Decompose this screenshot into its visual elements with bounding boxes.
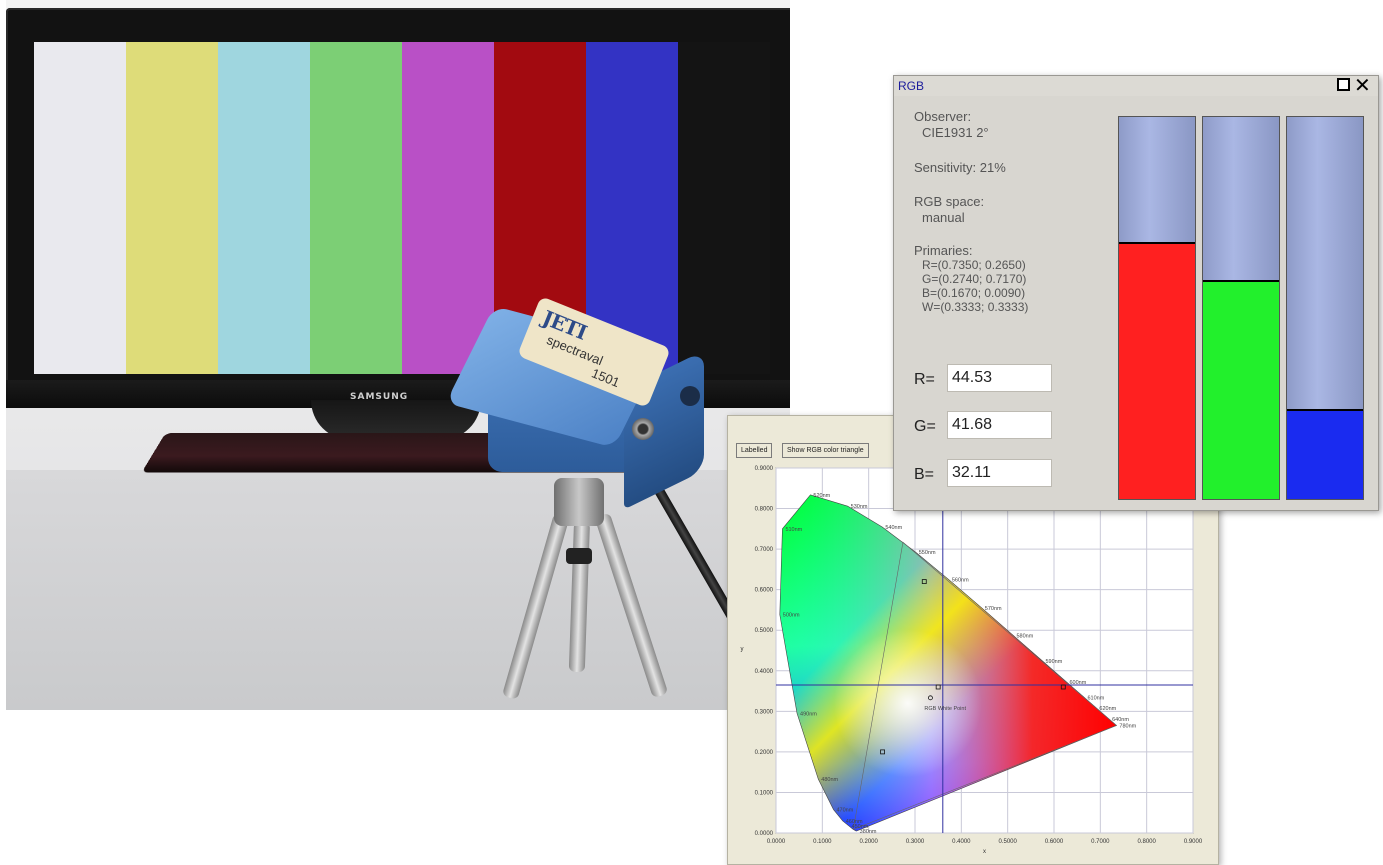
y-tick-label: 0.1000 bbox=[755, 790, 774, 796]
wavelength-label: 540nm bbox=[885, 525, 902, 531]
close-icon[interactable]: ✕ bbox=[1354, 75, 1371, 95]
x-tick-label: 0.3000 bbox=[906, 839, 925, 845]
y-tick-label: 0.0000 bbox=[755, 831, 774, 837]
wavelength-label: 550nm bbox=[919, 550, 936, 556]
wavelength-label: 470nm bbox=[836, 808, 853, 814]
x-axis-label: x bbox=[983, 849, 986, 855]
maximize-icon[interactable] bbox=[1337, 78, 1350, 91]
color-bar-white bbox=[34, 42, 126, 374]
y-axis-label: y bbox=[741, 647, 744, 653]
tripod-collar bbox=[566, 548, 592, 564]
color-bar-green bbox=[310, 42, 402, 374]
y-tick-label: 0.2000 bbox=[755, 750, 774, 756]
green-level-fill bbox=[1203, 280, 1279, 499]
primary-b: B=(0.1670; 0.0090) bbox=[922, 286, 1026, 300]
wavelength-label: 570nm bbox=[985, 606, 1002, 612]
tripod-head bbox=[554, 478, 604, 526]
measurement-photo: SAMSUNG JETI spectraval 1501 bbox=[6, 0, 790, 710]
r-label: R= bbox=[914, 371, 935, 388]
observer-label: Observer: bbox=[914, 109, 972, 124]
x-tick-label: 0.8000 bbox=[1137, 839, 1156, 845]
x-tick-label: 0.5000 bbox=[998, 839, 1017, 845]
rgb-window: RGB ✕ Observer: CIE1931 2° Sensitivity: … bbox=[893, 75, 1379, 511]
y-tick-label: 0.3000 bbox=[755, 709, 774, 715]
red-level-bar bbox=[1118, 116, 1196, 500]
wavelength-label: 520nm bbox=[813, 493, 830, 499]
green-level-bar bbox=[1202, 116, 1280, 500]
wavelength-label: 510nm bbox=[785, 527, 802, 533]
b-value-field[interactable]: 32.11 bbox=[947, 459, 1052, 487]
y-tick-label: 0.6000 bbox=[755, 588, 774, 594]
wavelength-label: 640nm bbox=[1112, 717, 1129, 723]
primary-g: G=(0.2740; 0.7170) bbox=[922, 272, 1027, 286]
blue-level-fill bbox=[1287, 409, 1363, 499]
primary-r: R=(0.7350; 0.2650) bbox=[922, 258, 1026, 272]
wavelength-label: 590nm bbox=[1046, 659, 1063, 665]
x-tick-label: 0.4000 bbox=[952, 839, 971, 845]
wavelength-label: 480nm bbox=[821, 777, 838, 783]
wavelength-label: 490nm bbox=[800, 711, 817, 717]
wavelength-label: 580nm bbox=[1016, 634, 1033, 640]
x-tick-label: 0.2000 bbox=[859, 839, 878, 845]
wavelength-label: 780nm bbox=[1119, 723, 1136, 729]
wavelength-label: 500nm bbox=[783, 613, 800, 619]
x-tick-label: 0.1000 bbox=[813, 839, 832, 845]
wavelength-label: 560nm bbox=[952, 578, 969, 584]
wavelength-label: 610nm bbox=[1087, 696, 1104, 702]
device-knob bbox=[680, 386, 700, 406]
rgb-space-value: manual bbox=[922, 210, 965, 225]
x-tick-label: 0.7000 bbox=[1091, 839, 1110, 845]
y-tick-label: 0.4000 bbox=[755, 669, 774, 675]
blue-level-bar bbox=[1286, 116, 1364, 500]
primaries-list: R=(0.7350; 0.2650) G=(0.2740; 0.7170) B=… bbox=[922, 258, 1028, 314]
white-point-label: RGB White Point bbox=[924, 706, 966, 712]
wavelength-label: 380nm bbox=[860, 829, 877, 835]
rgb-window-titlebar: RGB ✕ bbox=[894, 75, 1378, 96]
rgb-window-title: RGB bbox=[898, 79, 925, 93]
wavelength-label: 600nm bbox=[1070, 680, 1087, 686]
color-bar-cyan bbox=[218, 42, 310, 374]
device-model: 1501 bbox=[589, 365, 622, 391]
x-tick-label: 0.6000 bbox=[1045, 839, 1064, 845]
device-port bbox=[632, 418, 654, 440]
y-tick-label: 0.8000 bbox=[755, 507, 774, 513]
g-label: G= bbox=[914, 418, 936, 435]
sensitivity-text: Sensitivity: 21% bbox=[914, 160, 1006, 175]
x-tick-label: 0.9000 bbox=[1184, 839, 1203, 845]
color-bar-magenta bbox=[402, 42, 494, 374]
spectroradiometer-device: JETI spectraval 1501 bbox=[445, 296, 704, 510]
wavelength-label: 530nm bbox=[851, 504, 868, 510]
y-tick-label: 0.5000 bbox=[755, 628, 774, 634]
y-tick-label: 0.7000 bbox=[755, 547, 774, 553]
primaries-label: Primaries: bbox=[914, 243, 973, 258]
observer-value: CIE1931 2° bbox=[922, 125, 989, 140]
y-tick-label: 0.9000 bbox=[755, 466, 774, 472]
wavelength-label: 620nm bbox=[1099, 706, 1116, 712]
rgb-space-label: RGB space: bbox=[914, 194, 985, 209]
primary-w: W=(0.3333; 0.3333) bbox=[922, 300, 1029, 314]
g-value-field[interactable]: 41.68 bbox=[947, 411, 1052, 439]
r-value-field[interactable]: 44.53 bbox=[947, 364, 1052, 392]
color-bar-yellow bbox=[126, 42, 218, 374]
b-label: B= bbox=[914, 466, 935, 483]
red-level-fill bbox=[1119, 242, 1195, 499]
x-tick-label: 0.0000 bbox=[767, 839, 786, 845]
